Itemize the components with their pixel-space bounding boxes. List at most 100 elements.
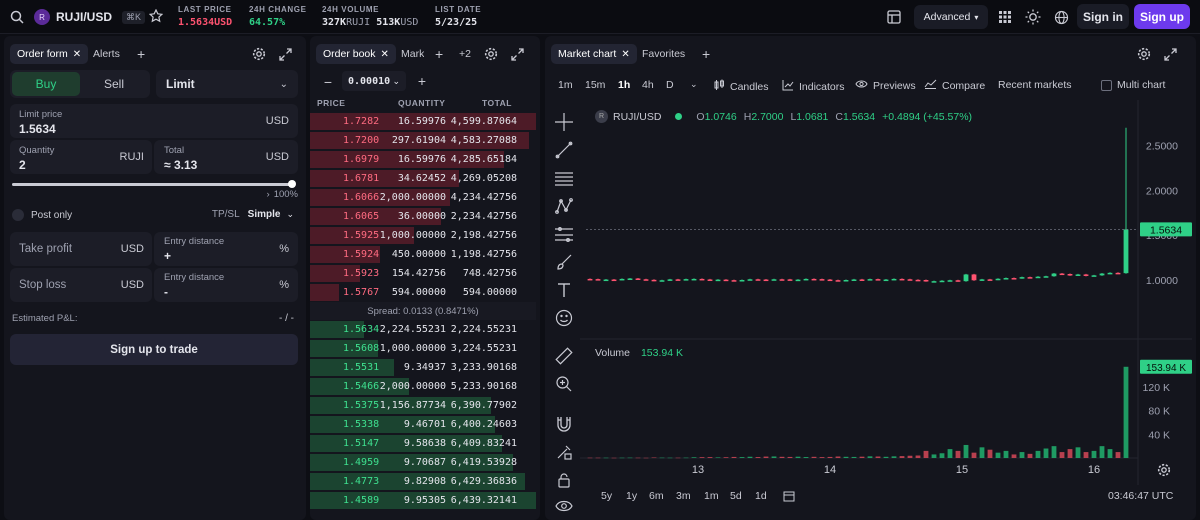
magnet-icon[interactable] [552,412,576,436]
bid-row[interactable]: 1.5634 2,224.55231 2,224.55231 [310,320,536,339]
calendar-range-icon[interactable] [782,489,796,503]
horizontal-lines-icon[interactable] [552,166,576,190]
range-3m[interactable]: 3m [676,490,691,502]
bid-row[interactable]: 1.4589 9.95305 6,439.32141 [310,491,536,510]
lock-drawing-icon[interactable] [552,440,576,464]
quantity-input[interactable]: 2 [19,158,26,172]
bid-row[interactable]: 1.5147 9.58638 6,409.83241 [310,434,536,453]
bid-row[interactable]: 1.4959 9.70687 6,419.53928 [310,453,536,472]
lock-icon[interactable] [552,468,576,492]
recent-markets-button[interactable]: Recent markets [998,79,1072,91]
total-field[interactable]: Total ≈ 3.13 USD [154,140,298,174]
apps-grid-icon[interactable] [996,8,1014,26]
ask-row[interactable]: 1.6066 2,000.00000 4,234.42756 [310,188,536,207]
range-6m[interactable]: 6m [649,490,664,502]
globe-icon[interactable] [1052,8,1070,26]
tp-entry-distance-field[interactable]: Entry distance + % [154,232,298,266]
bid-row[interactable]: 1.5375 1,156.87734 6,390.77902 [310,396,536,415]
bid-row[interactable]: 1.5338 9.46701 6,400.24603 [310,415,536,434]
search-icon[interactable] [8,8,26,26]
timeframe-1h[interactable]: 1h [618,79,630,91]
minus-icon[interactable]: − [320,74,336,90]
compare-button[interactable]: Compare [924,79,985,92]
ask-row[interactable]: 1.6781 34.62452 4,269.05208 [310,169,536,188]
ask-row[interactable]: 1.6979 16.59976 4,285.65184 [310,150,536,169]
limit-price-input[interactable]: 1.5634 [19,122,56,136]
close-icon[interactable]: ✕ [381,49,389,60]
add-tab-button[interactable]: + [695,44,717,64]
timeframe-4h[interactable]: 4h [642,79,654,91]
timeframe-D[interactable]: D [666,79,674,91]
sign-in-button[interactable]: Sign in [1077,4,1129,29]
sign-up-to-trade-button[interactable]: Sign up to trade [10,334,298,365]
plus-icon[interactable]: + [414,73,430,89]
range-1m[interactable]: 1m [704,490,719,502]
chart-settings-icon[interactable] [1156,462,1172,478]
tab-market-chart[interactable]: Market chart ✕ [551,44,637,64]
zoom-in-icon[interactable] [552,372,576,396]
theme-sun-icon[interactable] [1024,8,1042,26]
tab-order-book[interactable]: Order book ✕ [316,44,396,64]
close-icon[interactable]: ✕ [73,49,81,60]
timeframe-more-chevron-icon[interactable]: ⌄ [690,79,698,90]
quantity-slider-handle[interactable] [288,180,296,188]
tpsl-mode-select[interactable]: TP/SL Simple ⌄ [212,209,294,220]
range-5y[interactable]: 5y [601,490,612,502]
tick-size-select[interactable]: 0.00010 ⌄ [342,71,406,91]
stop-loss-field[interactable]: Stop loss USD [10,268,152,302]
bid-row[interactable]: 1.5531 9.34937 3,233.90168 [310,358,536,377]
range-1y[interactable]: 1y [626,490,637,502]
ask-row[interactable]: 1.6065 36.00000 2,234.42756 [310,207,536,226]
multi-chart-checkbox[interactable]: Multi chart [1101,79,1165,91]
add-tab-button[interactable]: + [428,44,450,64]
crosshair-icon[interactable] [552,110,576,134]
ask-row[interactable]: 1.5925 1,000.00000 2,198.42756 [310,226,536,245]
add-tab-button[interactable]: + [130,44,152,64]
indicators-button[interactable]: Indicators [782,79,845,94]
ask-row[interactable]: 1.7200 297.61904 4,583.27088 [310,131,536,150]
sign-up-button[interactable]: Sign up [1134,4,1190,29]
ask-row[interactable]: 1.5767 594.00000 594.00000 [310,283,536,302]
range-1d[interactable]: 1d [755,490,767,502]
settings-gear-icon[interactable] [482,45,500,63]
ask-row[interactable]: 1.7282 16.59976 4,599.87064 [310,112,536,131]
limit-price-field[interactable]: Limit price 1.5634 USD [10,104,298,138]
ask-row[interactable]: 1.5923 154.42756 748.42756 [310,264,536,283]
ruler-icon[interactable] [552,344,576,368]
emoji-icon[interactable] [552,306,576,330]
fib-icon[interactable] [552,222,576,246]
settings-gear-icon[interactable] [250,45,268,63]
expand-icon[interactable] [1161,45,1179,63]
trend-line-icon[interactable] [552,138,576,162]
expand-icon[interactable] [508,45,526,63]
pair-selector[interactable]: R RUJI/USD ⌘K [34,8,146,26]
star-icon[interactable] [148,8,164,24]
tab-order-form[interactable]: Order form ✕ [10,44,89,64]
buy-button[interactable]: Buy [12,72,80,96]
candles-button[interactable]: Candles [713,79,769,94]
order-type-select[interactable]: Limit ⌄ [156,70,298,98]
visibility-eye-icon[interactable] [552,496,576,516]
advanced-mode-dropdown[interactable]: Advanced ▾ [914,5,988,29]
settings-gear-icon[interactable] [1135,45,1153,63]
timeframe-1m[interactable]: 1m [558,79,573,91]
take-profit-field[interactable]: Take profit USD [10,232,152,266]
text-tool-icon[interactable] [552,278,576,302]
timeframe-15m[interactable]: 15m [585,79,605,91]
ask-row[interactable]: 1.5924 450.00000 1,198.42756 [310,245,536,264]
brush-icon[interactable] [552,250,576,274]
bid-row[interactable]: 1.4773 9.82908 6,429.36836 [310,472,536,491]
tab-market-trades[interactable]: Mark [394,44,424,64]
total-input[interactable]: 3.13 [174,158,197,172]
more-tabs-button[interactable]: +2 [452,44,478,64]
sl-entry-distance-field[interactable]: Entry distance - % [154,268,298,302]
price-chart[interactable]: 2.50002.00001.50001.0000120 K80 K40 K1.5… [580,100,1192,485]
range-5d[interactable]: 5d [730,490,742,502]
expand-icon[interactable] [276,45,294,63]
tab-alerts[interactable]: Alerts [86,44,127,64]
quantity-slider-track[interactable] [12,180,296,188]
pattern-icon[interactable] [552,194,576,218]
close-icon[interactable]: ✕ [621,49,629,60]
previews-button[interactable]: Previews [855,79,916,92]
bid-row[interactable]: 1.5466 2,000.00000 5,233.90168 [310,377,536,396]
